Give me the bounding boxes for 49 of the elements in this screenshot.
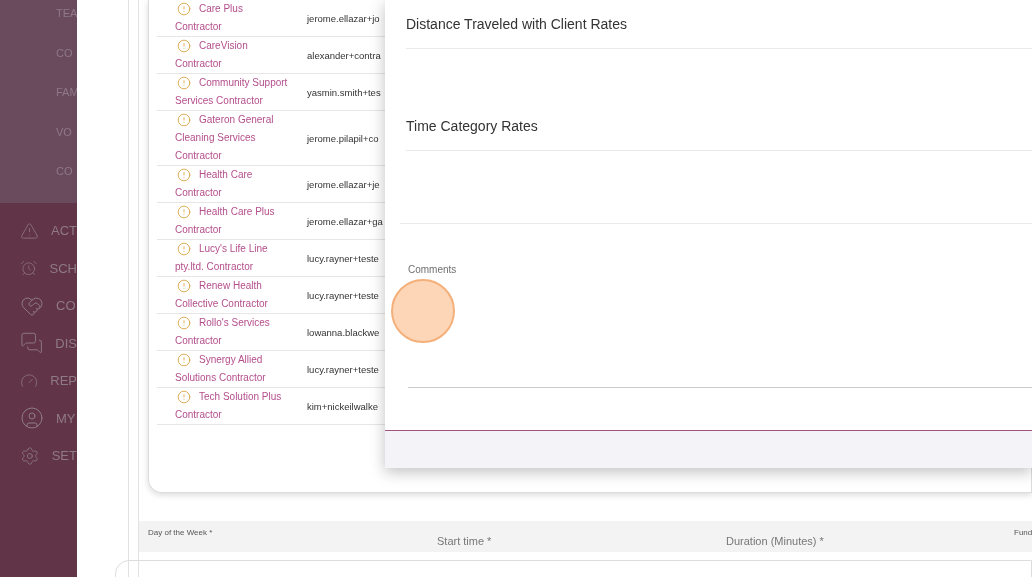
contractor-name[interactable]: Tech Solution Plus Contractor <box>175 388 289 424</box>
comments-field[interactable]: Comments <box>408 264 1032 388</box>
contractor-name[interactable]: CareVision Contractor <box>175 37 289 73</box>
section-title: Distance Traveled with Client Rates <box>406 16 627 32</box>
start-time-label: Start time * <box>437 535 492 547</box>
sidebar-item[interactable]: MY <box>56 410 76 426</box>
warning-icon <box>177 2 191 16</box>
day-label: Day of the Week * <box>148 528 213 537</box>
contractor-email: lucy.rayner+teste <box>307 289 379 301</box>
sidebar-item[interactable]: SET <box>51 448 77 464</box>
sidebar-item[interactable]: DIS <box>55 335 77 351</box>
contractor-name[interactable]: Health Care Contractor <box>175 166 289 202</box>
contractor-email: jerome.pilapil+co <box>307 132 379 144</box>
sidebar-icon[interactable] <box>20 331 44 356</box>
contractor-email: lowanna.blackwe <box>307 326 380 338</box>
contractor-name[interactable]: Lucy's Life Line pty.ltd. Contractor <box>175 240 289 276</box>
contractor-name[interactable]: Health Care Plus Contractor <box>175 203 289 239</box>
contractor-name[interactable]: Community Support Services Contractor <box>175 74 289 110</box>
warning-icon <box>177 39 191 53</box>
column-label: Fund <box>1014 528 1032 537</box>
sidebar-icon[interactable] <box>20 406 44 431</box>
contractor-email: lucy.rayner+teste <box>307 252 379 264</box>
duration-label: Duration (Minutes) * <box>726 535 824 547</box>
warning-icon <box>177 113 191 127</box>
contractor-email: lucy.rayner+teste <box>307 363 379 375</box>
contractor-email: jerome.ellazar+jo <box>307 12 380 24</box>
contractor-name[interactable]: Synergy Allied Solutions Contractor <box>175 351 289 387</box>
contractor-name[interactable]: Renew Health Collective Contractor <box>175 277 289 313</box>
warning-icon <box>177 279 191 293</box>
warning-icon <box>177 205 191 219</box>
warning-icon <box>177 353 191 367</box>
sidebar-item[interactable]: SCH <box>49 260 77 276</box>
contractor-name[interactable]: Gateron General Cleaning Services Contractor <box>175 111 289 165</box>
contractor-email: kim+nickeilwalke <box>307 400 378 412</box>
warning-icon <box>177 390 191 404</box>
contractor-email: jerome.ellazar+ga <box>307 215 383 227</box>
sidebar-item[interactable]: REP <box>50 373 77 389</box>
contractor-email: jerome.ellazar+je <box>307 178 380 190</box>
sidebar-item[interactable]: CO <box>56 298 76 314</box>
contractor-email: yasmin.smith+tes <box>307 86 381 98</box>
contractor-email: alexander+contra <box>307 49 381 61</box>
contractor-name[interactable]: Care Plus Contractor <box>175 0 289 36</box>
warning-icon <box>177 76 191 90</box>
warning-icon <box>177 242 191 256</box>
section-title: Time Category Rates <box>406 118 538 134</box>
warning-icon <box>177 316 191 330</box>
contractor-name[interactable]: Rollo's Services Contractor <box>175 314 289 350</box>
warning-icon <box>177 168 191 182</box>
sidebar-item[interactable]: ACT <box>51 223 77 239</box>
